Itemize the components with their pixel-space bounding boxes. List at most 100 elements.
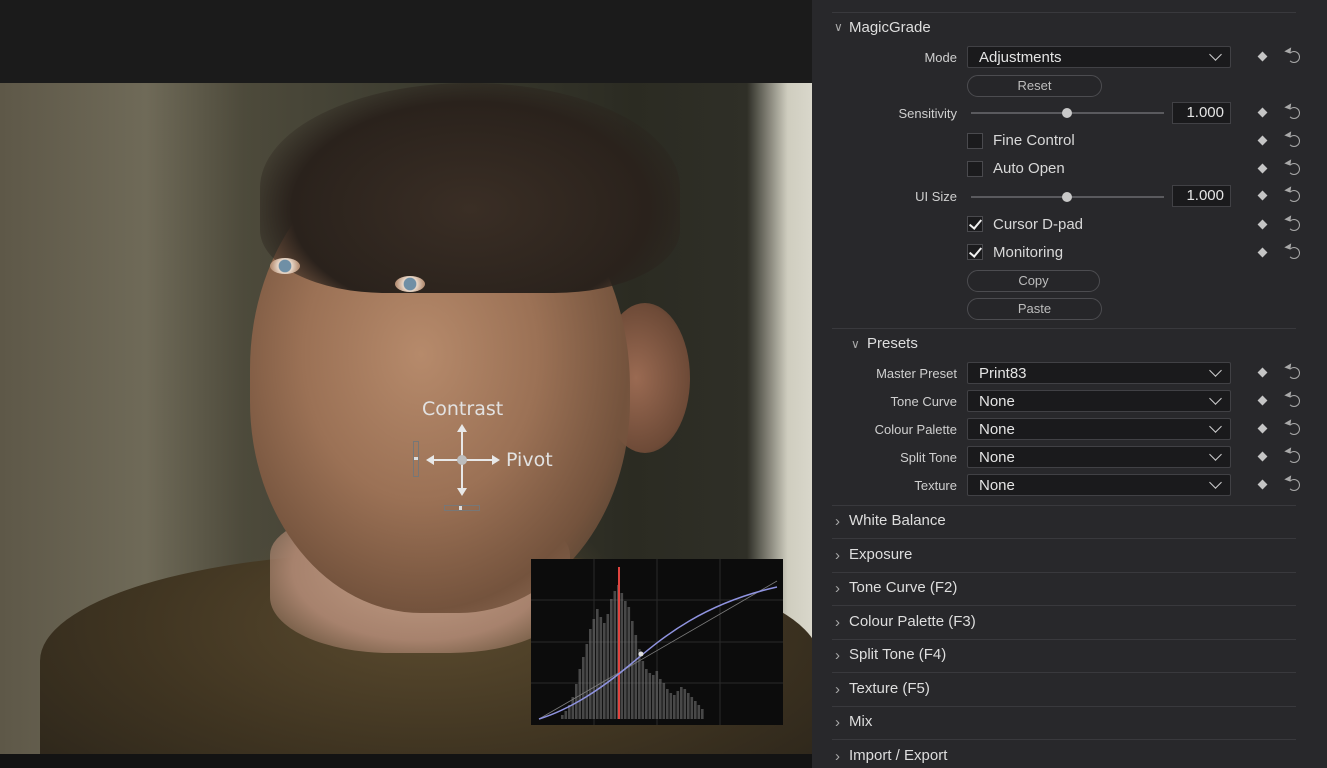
chevron-down-icon [1209,420,1222,433]
preset-row-label: Colour Palette [874,422,957,437]
chevron-right-icon[interactable]: › [835,748,840,765]
chevron-right-icon[interactable]: › [835,647,840,664]
section-header[interactable]: Colour Palette (F3) [849,613,976,630]
histogram-bar [564,711,568,719]
viewer-top-bar [0,0,812,83]
arrow-right-icon[interactable] [492,455,500,465]
dpad-center-knob[interactable] [457,455,467,465]
keyframe-diamond-icon[interactable] [1257,135,1268,146]
divider [832,672,1296,673]
presets-title[interactable]: Presets [867,335,918,352]
preset-dropdown[interactable]: None [967,446,1231,468]
sensitivity-value-field[interactable]: 1.000 [1172,102,1231,124]
chevron-right-icon[interactable]: › [835,714,840,731]
chevron-down-icon[interactable]: ∨ [834,20,843,34]
section-header[interactable]: Tone Curve (F2) [849,579,957,596]
chevron-right-icon[interactable]: › [835,513,840,530]
histogram-bar [701,709,704,719]
histogram-bar [627,607,631,719]
reset-icon[interactable] [1288,135,1300,147]
reset-icon[interactable] [1288,367,1300,379]
keyframe-diamond-icon[interactable] [1257,51,1268,62]
reset-icon[interactable] [1288,219,1300,231]
chevron-right-icon[interactable]: › [835,547,840,564]
histogram-bar [662,683,666,719]
histogram-bar [690,697,694,719]
reset-icon[interactable] [1288,247,1300,259]
histogram-bar [666,689,669,719]
section-header[interactable]: Exposure [849,546,912,563]
copy-button[interactable]: Copy [967,270,1100,292]
keyframe-diamond-icon[interactable] [1257,423,1268,434]
chevron-right-icon[interactable]: › [835,580,840,597]
pivot-label: Pivot [506,449,553,471]
arrow-left-icon[interactable] [426,455,434,465]
sensitivity-label: Sensitivity [898,106,957,121]
reset-icon[interactable] [1288,190,1300,202]
ui-size-slider-knob[interactable] [1062,192,1072,202]
keyframe-diamond-icon[interactable] [1257,107,1268,118]
preset-dropdown[interactable]: None [967,474,1231,496]
reset-icon[interactable] [1288,423,1300,435]
tone-curve-monitor [531,559,783,725]
magicgrade-title[interactable]: MagicGrade [849,19,931,36]
section-header[interactable]: Import / Export [849,747,947,764]
mode-label: Mode [924,50,957,65]
chevron-right-icon[interactable]: › [835,681,840,698]
reset-icon[interactable] [1288,51,1300,63]
histogram-bar [603,623,606,719]
monitoring-checkbox[interactable] [967,244,983,260]
reset-icon[interactable] [1288,479,1300,491]
keyframe-diamond-icon[interactable] [1257,190,1268,201]
arrow-up-icon[interactable] [457,424,467,432]
fine-control-checkbox[interactable] [967,133,983,149]
checkmark-icon [968,244,983,258]
keyframe-diamond-icon[interactable] [1257,163,1268,174]
keyframe-diamond-icon[interactable] [1257,451,1268,462]
reset-icon[interactable] [1288,107,1300,119]
preset-dropdown-value: None [979,393,1015,410]
section-header[interactable]: Texture (F5) [849,680,930,697]
keyframe-diamond-icon[interactable] [1257,479,1268,490]
preset-dropdown[interactable]: None [967,390,1231,412]
preset-row-label: Master Preset [876,366,957,381]
divider [832,638,1296,640]
reset-icon[interactable] [1288,395,1300,407]
divider [832,12,1296,13]
reset-icon[interactable] [1288,451,1300,463]
chevron-down-icon [1209,364,1222,377]
section-header[interactable]: Split Tone (F4) [849,646,946,663]
ui-size-label: UI Size [915,189,957,204]
chevron-down-icon[interactable]: ∨ [851,337,860,351]
paste-button[interactable]: Paste [967,298,1102,320]
preset-dropdown[interactable]: Print83 [967,362,1231,384]
image-eye-right [395,276,425,292]
cursor-dpad-checkbox[interactable] [967,216,983,232]
section-header[interactable]: White Balance [849,512,946,529]
curve-pivot-point [638,651,644,657]
mode-dropdown[interactable]: Adjustments [967,46,1231,68]
preset-dropdown[interactable]: None [967,418,1231,440]
keyframe-diamond-icon[interactable] [1257,219,1268,230]
keyframe-diamond-icon[interactable] [1257,395,1268,406]
histogram-bar [676,691,680,719]
reset-icon[interactable] [1288,163,1300,175]
histogram-bar [606,614,610,719]
auto-open-checkbox[interactable] [967,161,983,177]
contrast-level-meter [413,441,419,477]
section-header[interactable]: Mix [849,713,872,730]
histogram-bar [669,693,673,719]
preset-dropdown-value: None [979,449,1015,466]
sensitivity-slider-knob[interactable] [1062,108,1072,118]
histogram-bar [592,619,596,719]
keyframe-diamond-icon[interactable] [1257,247,1268,258]
divider [832,605,1296,606]
histogram-bar [694,701,697,719]
keyframe-diamond-icon[interactable] [1257,367,1268,378]
reset-button[interactable]: Reset [967,75,1102,97]
chevron-right-icon[interactable]: › [835,614,840,631]
arrow-down-icon[interactable] [457,488,467,496]
ui-size-value-field[interactable]: 1.000 [1172,185,1231,207]
histogram-bar [561,715,564,719]
histogram-bar [613,591,617,719]
